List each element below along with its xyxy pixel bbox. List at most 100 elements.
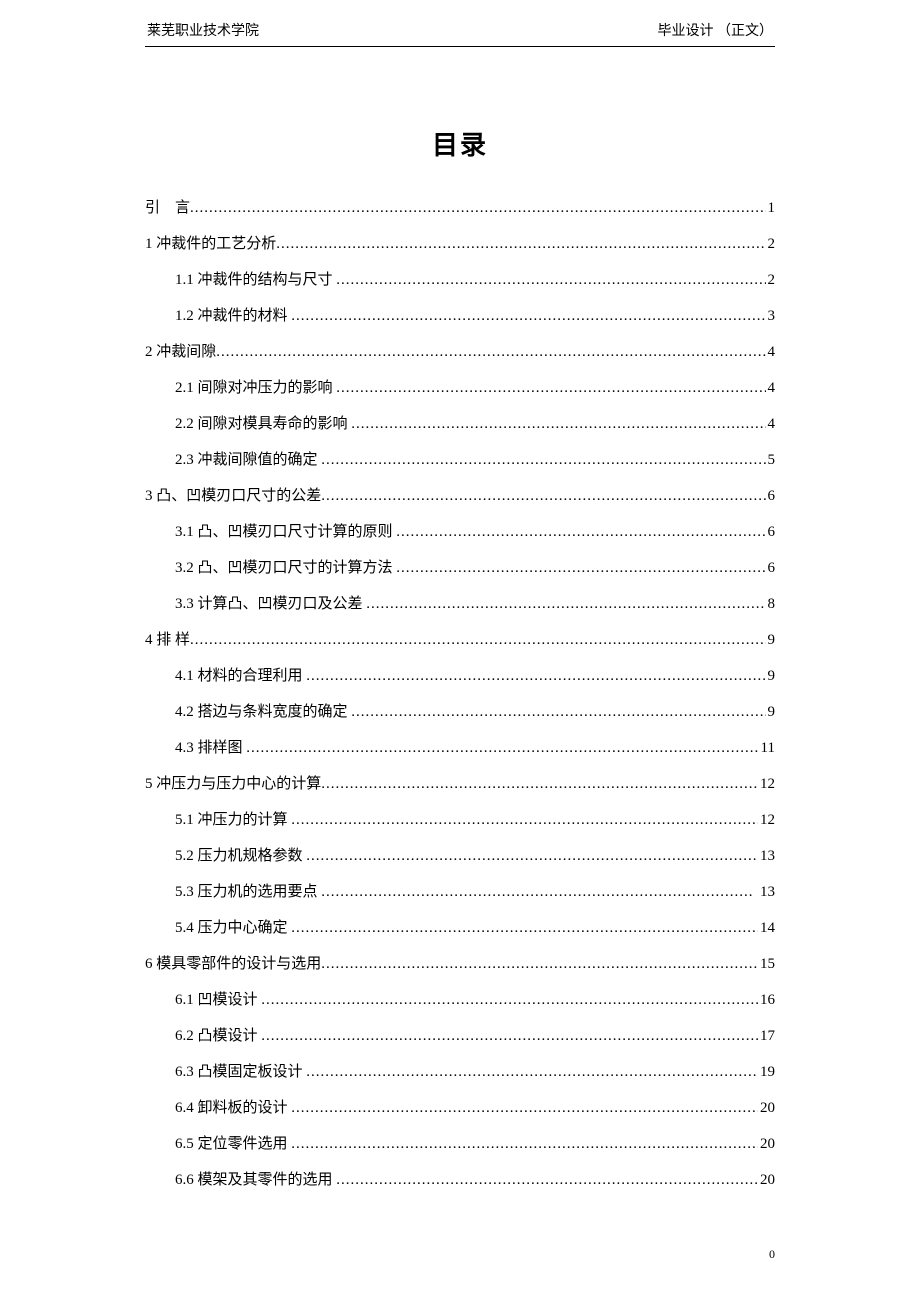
toc-entry-page: 9: [766, 664, 776, 688]
toc-leader-dots: [321, 772, 758, 796]
toc-entry: 1.2 冲裁件的材料 3: [175, 304, 775, 328]
toc-leader-dots: [216, 340, 765, 364]
toc-entry-label: 6.4 卸料板的设计: [175, 1096, 291, 1120]
toc-entry: 4.1 材料的合理利用 9: [175, 664, 775, 688]
toc-entry-page: 13: [754, 880, 775, 904]
toc-entry-page: 14: [758, 916, 775, 940]
toc-entry-page: 8: [766, 592, 776, 616]
toc-entry-label: 6.1 凹模设计: [175, 988, 261, 1012]
header-rule: [145, 46, 775, 47]
toc-entry-label: 5.3 压力机的选用要点: [175, 880, 321, 904]
toc-leader-dots: [366, 592, 765, 616]
toc-entry-page: 12: [758, 808, 775, 832]
toc-entry-label: 4.2 搭边与条料宽度的确定: [175, 700, 351, 724]
toc-entry-label: 4.3 排样图: [175, 736, 246, 760]
toc-leader-dots: [306, 664, 765, 688]
toc-entry-label: 4.1 材料的合理利用: [175, 664, 306, 688]
toc-entry-page: 15: [758, 952, 775, 976]
toc-entry-page: 16: [758, 988, 775, 1012]
toc-entry-page: 12: [758, 772, 775, 796]
toc-entry-label: 1.2 冲裁件的材料: [175, 304, 291, 328]
document-page: 莱芜职业技术学院 毕业设计 （正文） 目录 引 言11 冲裁件的工艺分析21.1…: [145, 20, 775, 1262]
toc-entry: 2.1 间隙对冲压力的影响 4: [175, 376, 775, 400]
toc-entry-label: 2.1 间隙对冲压力的影响: [175, 376, 336, 400]
toc-entry-page: 1: [766, 196, 776, 220]
toc-leader-dots: [261, 988, 758, 1012]
toc-entry-label: 5 冲压力与压力中心的计算: [145, 772, 321, 796]
toc-entry: 4 排 样9: [145, 628, 775, 652]
toc-leader-dots: [291, 916, 758, 940]
toc-leader-dots: [396, 556, 765, 580]
toc-leader-dots: [336, 376, 765, 400]
toc-entry-page: 19: [758, 1060, 775, 1084]
toc-entry-label: 引 言: [145, 196, 190, 220]
toc-leader-dots: [291, 304, 765, 328]
toc-entry-label: 6.5 定位零件选用: [175, 1132, 291, 1156]
toc-entry: 5.1 冲压力的计算 12: [175, 808, 775, 832]
toc-entry: 2.3 冲裁间隙值的确定 5: [175, 448, 775, 472]
toc-entry-page: 11: [759, 736, 775, 760]
toc-entry: 1.1 冲裁件的结构与尺寸 2: [175, 268, 775, 292]
header-left: 莱芜职业技术学院: [147, 20, 259, 40]
toc-entry: 引 言 1: [145, 196, 775, 220]
toc-leader-dots: [306, 844, 758, 868]
toc-entry-label: 5.1 冲压力的计算: [175, 808, 291, 832]
toc-entry-label: 1.1 冲裁件的结构与尺寸: [175, 268, 336, 292]
toc-entry: 3.2 凸、凹模刃口尺寸的计算方法 6: [175, 556, 775, 580]
toc-entry-page: 2: [766, 268, 776, 292]
toc-entry-label: 5.2 压力机规格参数: [175, 844, 306, 868]
toc-entry-label: 6.6 模架及其零件的选用: [175, 1168, 336, 1192]
toc-entry: 3 凸、凹模刃口尺寸的公差 6: [145, 484, 775, 508]
toc-entry: 4.3 排样图 11: [175, 736, 775, 760]
toc-leader-dots: [291, 808, 758, 832]
toc-leader-dots: [190, 196, 765, 220]
toc-leader-dots: [261, 1024, 758, 1048]
toc-entry-page: 6: [766, 484, 776, 508]
toc-leader-dots: [190, 628, 765, 652]
page-header: 莱芜职业技术学院 毕业设计 （正文）: [145, 20, 775, 46]
toc-entry-label: 2.2 间隙对模具寿命的影响: [175, 412, 351, 436]
toc-entry-page: 4: [766, 376, 776, 400]
toc-entry: 5.4 压力中心确定 14: [175, 916, 775, 940]
toc-entry: 6.3 凸模固定板设计 19: [175, 1060, 775, 1084]
toc-leader-dots: [276, 232, 765, 256]
toc-leader-dots: [306, 1060, 758, 1084]
toc-entry: 5.3 压力机的选用要点 13: [175, 880, 775, 904]
toc-entry-page: 4: [766, 340, 776, 364]
toc-entry: 5 冲压力与压力中心的计算 12: [145, 772, 775, 796]
toc-entry-page: 3: [766, 304, 776, 328]
toc-entry-label: 6.3 凸模固定板设计: [175, 1060, 306, 1084]
toc-entry-page: 13: [758, 844, 775, 868]
toc-entry-page: 20: [758, 1096, 775, 1120]
toc-entry-page: 9: [766, 628, 776, 652]
toc-entry: 6.4 卸料板的设计 20: [175, 1096, 775, 1120]
toc-entry-page: 6: [766, 520, 776, 544]
table-of-contents: 引 言 1 1 冲裁件的工艺分析2 1.1 冲裁件的结构与尺寸 2 1.2 冲裁件的材料…: [145, 196, 775, 1192]
toc-entry: 4.2 搭边与条料宽度的确定 9: [175, 700, 775, 724]
toc-leader-dots: [396, 520, 765, 544]
toc-entry-label: 6 模具零部件的设计与选用: [145, 952, 321, 976]
toc-entry: 1 冲裁件的工艺分析2: [145, 232, 775, 256]
toc-entry-page: 4: [766, 412, 776, 436]
toc-entry: 6 模具零部件的设计与选用 15: [145, 952, 775, 976]
toc-leader-dots: [321, 880, 754, 904]
toc-entry-label: 5.4 压力中心确定: [175, 916, 291, 940]
toc-entry: 2 冲裁间隙 4: [145, 340, 775, 364]
toc-leader-dots: [336, 268, 765, 292]
header-right: 毕业设计 （正文）: [658, 20, 774, 40]
toc-entry-label: 2 冲裁间隙: [145, 340, 216, 364]
toc-entry: 6.6 模架及其零件的选用 20: [175, 1168, 775, 1192]
toc-leader-dots: [321, 484, 765, 508]
toc-entry-label: 6.2 凸模设计: [175, 1024, 261, 1048]
toc-entry: 3.1 凸、凹模刃口尺寸计算的原则 6: [175, 520, 775, 544]
toc-entry-page: 5: [766, 448, 776, 472]
toc-leader-dots: [351, 412, 765, 436]
toc-entry-page: 17: [758, 1024, 775, 1048]
toc-entry: 3.3 计算凸、凹模刃口及公差 8: [175, 592, 775, 616]
toc-leader-dots: [321, 448, 765, 472]
toc-entry-page: 20: [758, 1132, 775, 1156]
page-number: 0: [769, 1247, 775, 1262]
toc-leader-dots: [351, 700, 765, 724]
toc-entry-label: 3 凸、凹模刃口尺寸的公差: [145, 484, 321, 508]
toc-leader-dots: [291, 1132, 758, 1156]
